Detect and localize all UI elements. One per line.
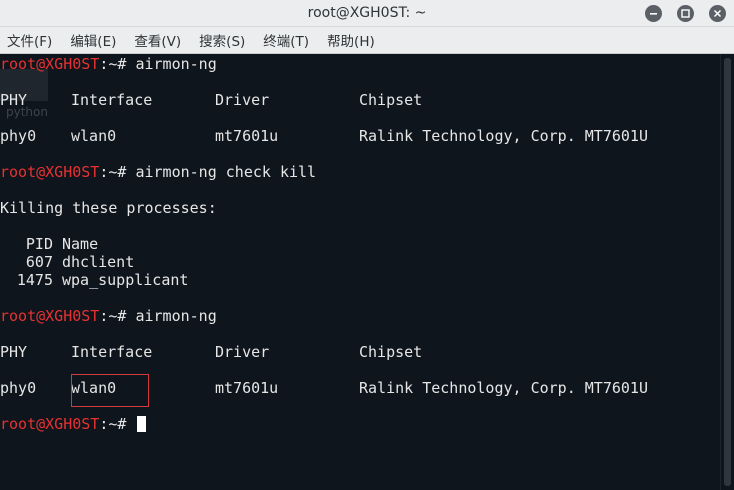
cell-phy: phy0 xyxy=(0,379,37,397)
close-icon xyxy=(713,9,722,18)
header-driver: Driver xyxy=(215,91,270,109)
cell-phy: phy0 xyxy=(0,127,37,145)
process-name: dhclient xyxy=(62,253,135,271)
menu-help[interactable]: 帮助(H) xyxy=(327,30,375,50)
minimize-button[interactable] xyxy=(645,5,662,22)
table-row: phy0 wlan0 mt7601u Ralink Technology, Co… xyxy=(0,127,720,145)
prompt-user-host: root@XGH0ST xyxy=(0,163,100,181)
window-title: root@XGH0ST: ~ xyxy=(307,5,427,21)
prompt-user-host: root@XGH0ST xyxy=(0,55,100,73)
table-header: PHY Interface Driver Chipset xyxy=(0,343,720,361)
prompt-suffix: :~# xyxy=(99,307,136,325)
cell-interface: wlan0 xyxy=(71,127,117,145)
command-text: airmon-ng xyxy=(135,307,217,325)
prompt-line: root@XGH0ST:~# xyxy=(0,415,147,433)
close-button[interactable] xyxy=(709,5,726,22)
prompt-suffix: :~# xyxy=(99,55,136,73)
process-header: PID Name xyxy=(0,235,300,253)
menu-search[interactable]: 搜索(S) xyxy=(199,30,245,50)
table-header: PHY Interface Driver Chipset xyxy=(0,91,720,109)
kill-message: Killing these processes: xyxy=(0,199,217,217)
menu-view[interactable]: 查看(V) xyxy=(134,30,181,50)
prompt-user-host: root@XGH0ST xyxy=(0,415,100,433)
command-text: airmon-ng check kill xyxy=(135,163,317,181)
header-interface: Interface xyxy=(71,91,153,109)
scrollbar[interactable] xyxy=(720,54,734,490)
cell-chipset: Ralink Technology, Corp. MT7601U xyxy=(359,379,648,397)
text-cursor[interactable] xyxy=(137,416,147,432)
header-name: Name xyxy=(62,235,99,253)
maximize-button[interactable] xyxy=(677,5,694,22)
command-text: airmon-ng xyxy=(135,55,217,73)
maximize-icon xyxy=(681,9,690,18)
cell-driver: mt7601u xyxy=(215,379,279,397)
prompt-line: root@XGH0ST:~# airmon-ng xyxy=(0,307,217,325)
process-row: 607 dhclient xyxy=(0,253,300,271)
menu-file[interactable]: 文件(F) xyxy=(7,30,52,50)
header-phy: PHY xyxy=(0,91,28,109)
menu-terminal[interactable]: 终端(T) xyxy=(263,30,309,50)
header-pid: PID xyxy=(25,235,53,253)
menu-edit[interactable]: 编辑(E) xyxy=(70,30,116,50)
process-pid: 607 xyxy=(25,253,53,271)
process-row: 1475 wpa_supplicant xyxy=(0,271,300,289)
prompt-suffix: :~# xyxy=(99,415,136,433)
cell-chipset: Ralink Technology, Corp. MT7601U xyxy=(359,127,648,145)
scrollbar-thumb[interactable] xyxy=(724,58,731,486)
cell-driver: mt7601u xyxy=(215,127,279,145)
header-driver: Driver xyxy=(215,343,270,361)
interface-highlight-box xyxy=(71,374,149,407)
prompt-suffix: :~# xyxy=(99,163,136,181)
header-chipset: Chipset xyxy=(359,343,423,361)
terminal-output[interactable]: python root@XGH0ST:~# airmon-ng PHY Inte… xyxy=(0,54,720,490)
header-phy: PHY xyxy=(0,343,28,361)
process-name: wpa_supplicant xyxy=(62,271,189,289)
title-bar: root@XGH0ST: ~ xyxy=(0,0,734,27)
prompt-line: root@XGH0ST:~# airmon-ng xyxy=(0,55,217,73)
minimize-icon xyxy=(650,13,657,15)
header-chipset: Chipset xyxy=(359,91,423,109)
prompt-line: root@XGH0ST:~# airmon-ng check kill xyxy=(0,163,316,181)
process-pid: 1475 xyxy=(16,271,53,289)
menu-bar: 文件(F) 编辑(E) 查看(V) 搜索(S) 终端(T) 帮助(H) xyxy=(0,27,734,54)
prompt-user-host: root@XGH0ST xyxy=(0,307,100,325)
header-interface: Interface xyxy=(71,343,153,361)
